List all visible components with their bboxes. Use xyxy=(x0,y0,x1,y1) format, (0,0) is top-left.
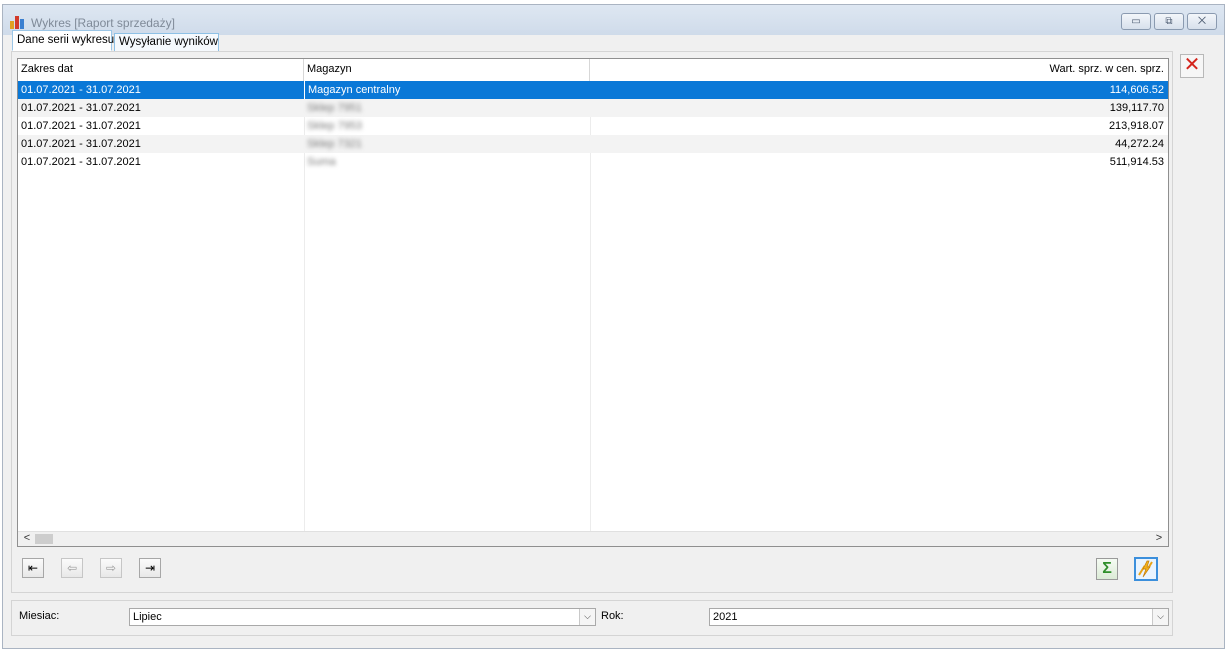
scroll-right-icon[interactable]: > xyxy=(1152,532,1166,546)
sales-value-cell: 511,914.53 xyxy=(1109,156,1164,168)
column-header-date-range[interactable]: Zakres dat xyxy=(18,59,304,81)
date-range-cell: 01.07.2021 - 31.07.2021 xyxy=(21,120,141,132)
first-record-button[interactable]: ⇤ xyxy=(22,558,44,578)
window-title: Wykres [Raport sprzedaży] xyxy=(31,16,175,30)
chart-app-icon xyxy=(10,15,26,29)
window-close-button[interactable]: ⨉ xyxy=(1187,13,1217,30)
sales-value-cell: 213,918.07 xyxy=(1108,120,1164,132)
close-x-button[interactable]: ✕ xyxy=(1180,54,1204,78)
horizontal-scrollbar[interactable]: < > xyxy=(18,531,1168,546)
sales-value-cell: 139,117.70 xyxy=(1109,102,1164,114)
title-bar[interactable]: Wykres [Raport sprzedaży] ▭ ⧉ ⨉ xyxy=(3,5,1224,35)
chevron-down-icon[interactable]: ⌵ xyxy=(579,609,595,625)
table-row[interactable]: 01.07.2021 - 31.07.2021 Magazyn centraln… xyxy=(18,81,1168,99)
minimize-button[interactable]: ▭ xyxy=(1121,13,1151,30)
year-select-value: 2021 xyxy=(713,611,738,623)
warehouse-cell: Sklep 7951 xyxy=(307,102,363,114)
table-row[interactable]: 01.07.2021 - 31.07.2021 Sklep 7951 139,1… xyxy=(18,99,1168,117)
warehouse-cell: Sklep 7321 xyxy=(307,138,363,150)
tab-chart-series-data[interactable]: Dane serii wykresu xyxy=(12,30,114,51)
table-row[interactable]: 01.07.2021 - 31.07.2021 Sklep 7321 44,27… xyxy=(18,135,1168,153)
sum-button[interactable]: Σ xyxy=(1096,558,1118,580)
lightning-chart-icon xyxy=(1138,560,1153,578)
date-range-cell: 01.07.2021 - 31.07.2021 xyxy=(21,138,141,150)
restore-button[interactable]: ⧉ xyxy=(1154,13,1184,30)
chevron-down-icon[interactable]: ⌵ xyxy=(1152,609,1168,625)
month-select[interactable]: Lipiec ⌵ xyxy=(129,608,596,626)
scrollbar-thumb[interactable] xyxy=(35,534,53,544)
date-range-cell: 01.07.2021 - 31.07.2021 xyxy=(21,84,141,96)
year-label: Rok: xyxy=(601,610,624,622)
generate-chart-button[interactable] xyxy=(1134,557,1158,581)
next-record-button[interactable]: ⇨ xyxy=(100,558,122,578)
grid-header: Zakres dat Magazyn Wart. sprz. w cen. sp… xyxy=(18,59,1168,81)
scroll-left-icon[interactable]: < xyxy=(20,532,34,546)
warehouse-cell: Magazyn centralny xyxy=(304,81,590,99)
month-select-value: Lipiec xyxy=(133,611,162,623)
last-record-button[interactable]: ⇥ xyxy=(139,558,161,578)
table-row[interactable]: 01.07.2021 - 31.07.2021 Sklep 7953 213,9… xyxy=(18,117,1168,135)
column-header-sales-value[interactable]: Wart. sprz. w cen. sprz. xyxy=(590,59,1168,81)
date-range-cell: 01.07.2021 - 31.07.2021 xyxy=(21,102,141,114)
table-row[interactable]: 01.07.2021 - 31.07.2021 Suma 511,914.53 xyxy=(18,153,1168,171)
warehouse-cell: Suma xyxy=(307,156,336,168)
series-grid[interactable]: Zakres dat Magazyn Wart. sprz. w cen. sp… xyxy=(17,58,1169,547)
sales-value-cell: 44,272.24 xyxy=(1115,138,1164,150)
tab-send-results[interactable]: Wysyłanie wyników xyxy=(114,33,219,52)
sales-value-cell: 114,606.52 xyxy=(1109,84,1164,96)
warehouse-cell: Sklep 7953 xyxy=(307,120,363,132)
date-range-cell: 01.07.2021 - 31.07.2021 xyxy=(21,156,141,168)
month-label: Miesiac: xyxy=(19,610,60,622)
year-select[interactable]: 2021 ⌵ xyxy=(709,608,1169,626)
column-header-warehouse[interactable]: Magazyn xyxy=(304,59,590,81)
previous-record-button[interactable]: ⇦ xyxy=(61,558,83,578)
